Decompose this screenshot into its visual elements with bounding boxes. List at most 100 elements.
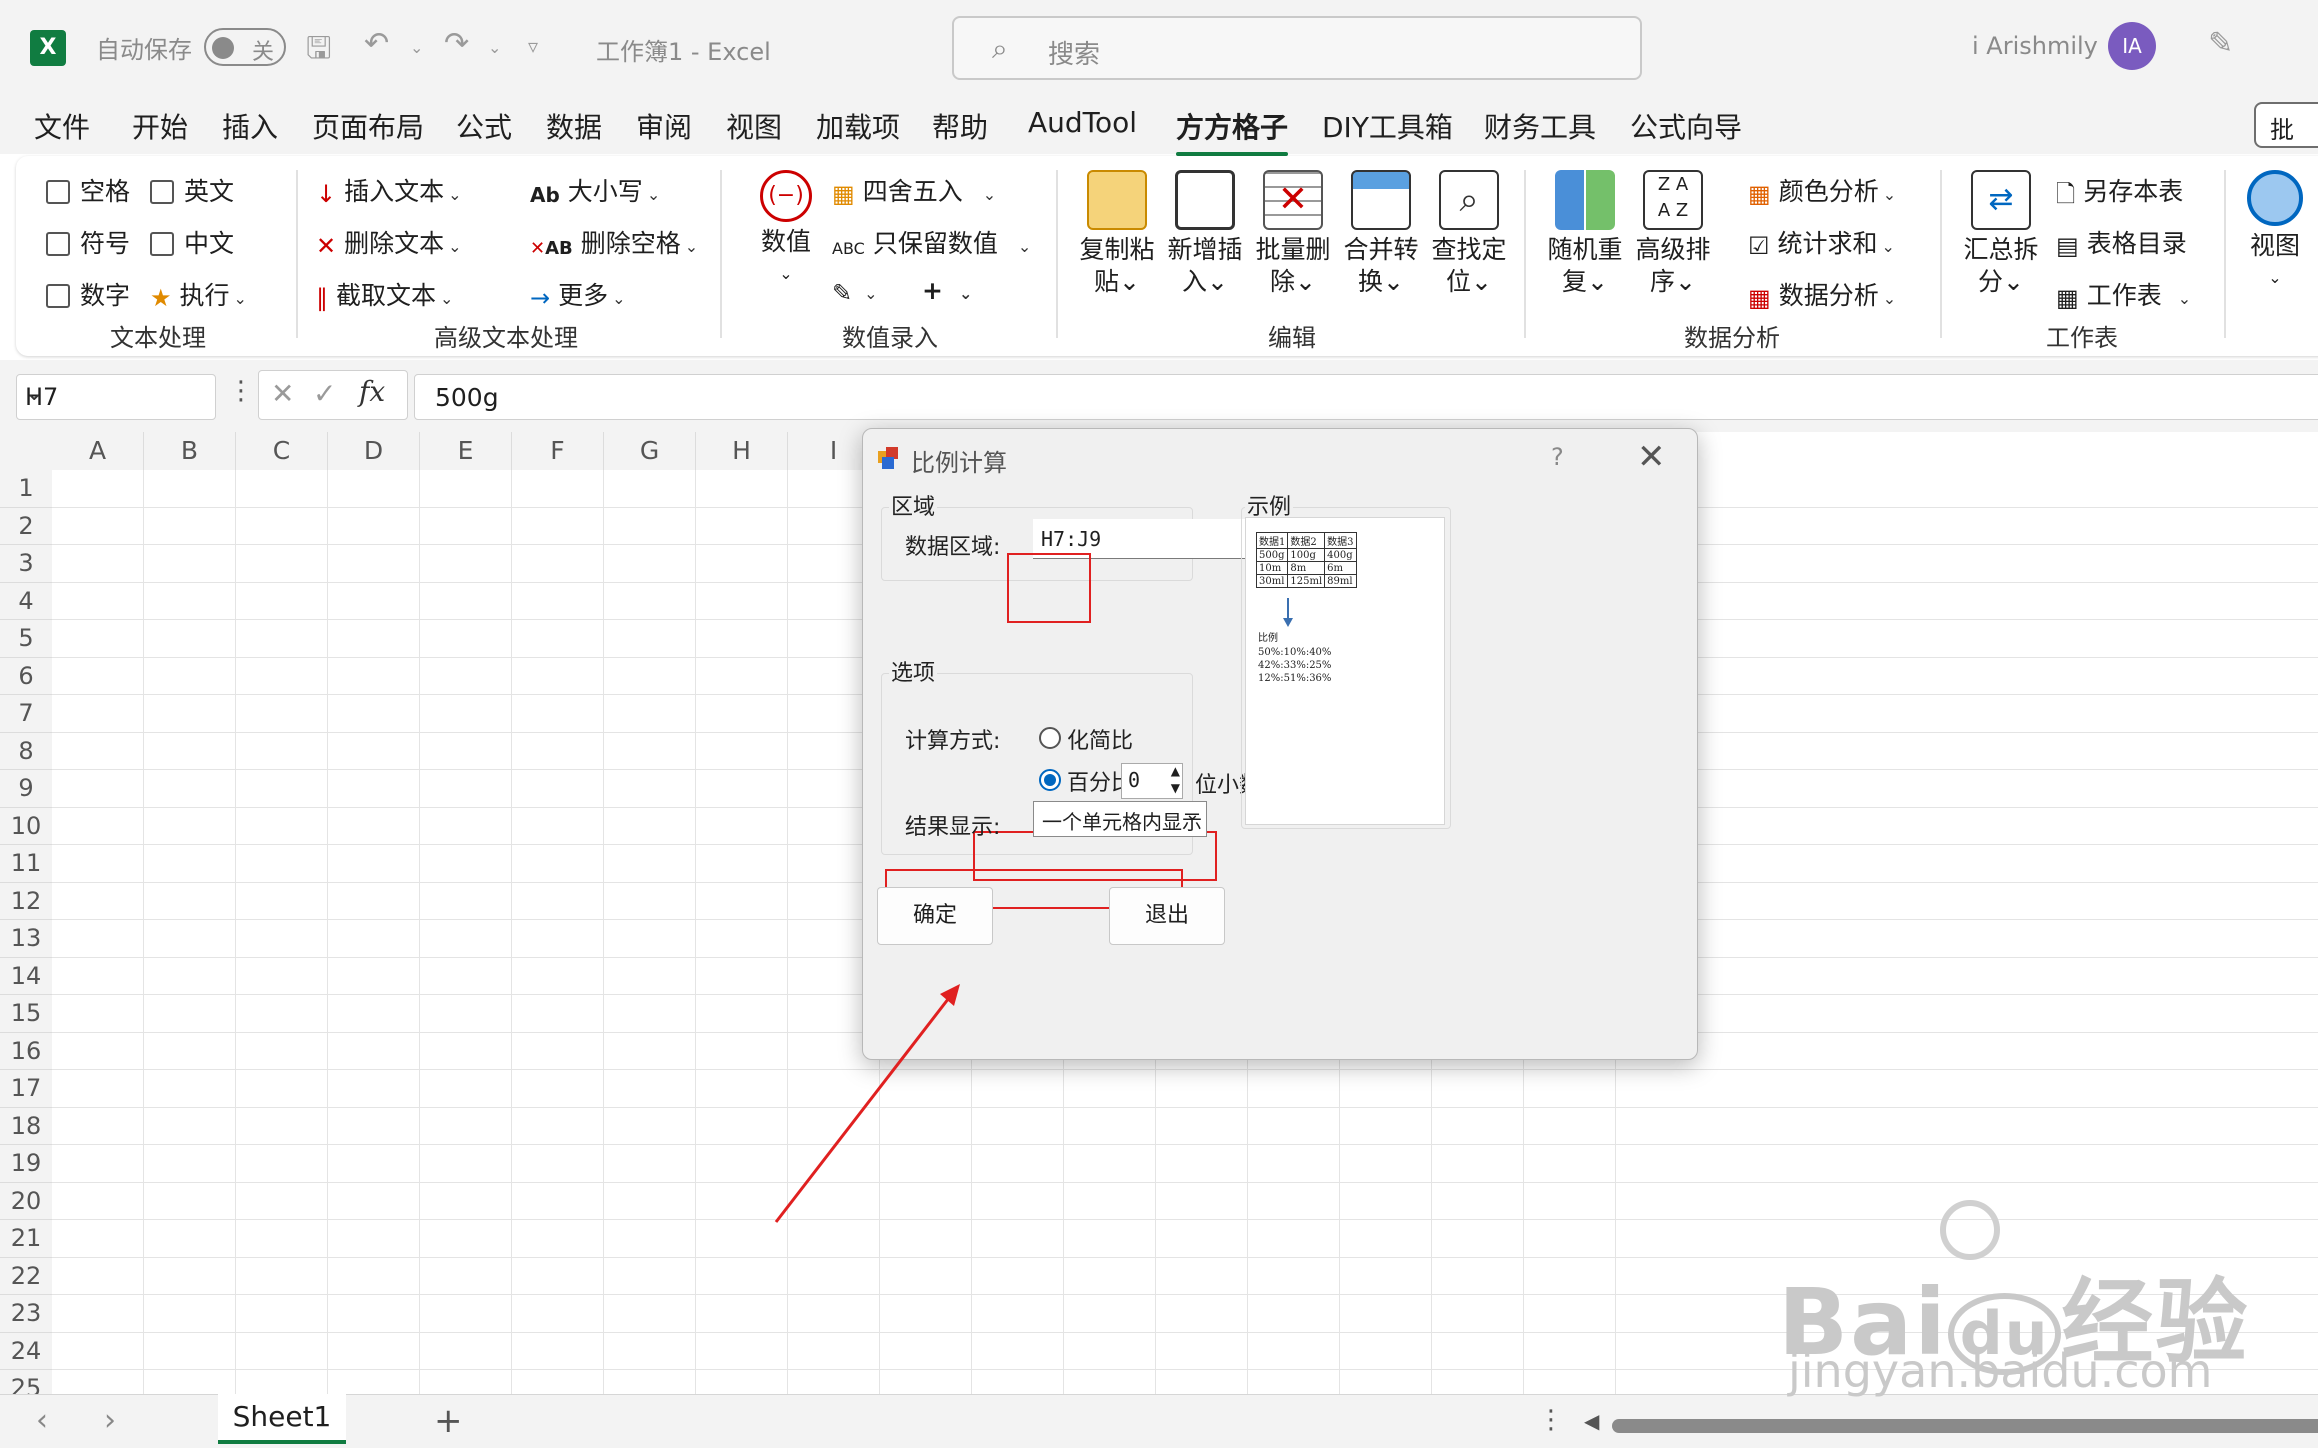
designer-pen-icon[interactable]: ✎	[2208, 26, 2233, 61]
tab-finance-tools[interactable]: 财务工具	[1484, 106, 1596, 146]
chevron-down-icon[interactable]: ⌄	[25, 381, 205, 406]
ok-button[interactable]: 确定	[877, 887, 993, 945]
case-button[interactable]: Ab 大小写 ⌄	[530, 172, 660, 208]
radio-percent[interactable]	[1039, 769, 1061, 791]
tab-review[interactable]: 审阅	[636, 106, 692, 146]
column-header[interactable]: F	[512, 432, 604, 470]
color-analysis-button[interactable]: ▦ 颜色分析 ⌄	[1748, 172, 1896, 208]
checkbox-space[interactable]: 空格	[46, 172, 130, 208]
decimal-stepper[interactable]: 0 ▲ ▼	[1121, 763, 1183, 799]
more-button[interactable]: → 更多 ⌄	[530, 276, 626, 312]
batch-delete-button[interactable]: ✕ 批量删 除⌄	[1250, 170, 1336, 298]
undo-icon[interactable]: ↶	[364, 26, 389, 61]
tab-insert[interactable]: 插入	[222, 106, 278, 146]
row-header[interactable]: 10	[0, 807, 52, 845]
name-box[interactable]: H7 ⌄	[16, 374, 216, 420]
prev-sheet-icon[interactable]: ‹	[36, 1403, 48, 1438]
tab-page-layout[interactable]: 页面布局	[312, 106, 424, 146]
row-header[interactable]: 16	[0, 1032, 52, 1070]
random-repeat-button[interactable]: 随机重 复⌄	[1542, 170, 1628, 298]
row-header[interactable]: 7	[0, 695, 52, 733]
tab-formula-wizard[interactable]: 公式向导	[1630, 106, 1742, 146]
row-header[interactable]: 3	[0, 545, 52, 583]
avatar[interactable]: IA	[2108, 22, 2156, 70]
more-options-icon[interactable]: ⋮	[228, 376, 254, 406]
insert-new-button[interactable]: 新增插 入⌄	[1162, 170, 1248, 298]
select-all-corner[interactable]	[0, 432, 52, 470]
checkbox-symbol[interactable]: 符号	[46, 224, 130, 260]
help-button[interactable]: ?	[1551, 443, 1564, 471]
column-header[interactable]: E	[420, 432, 512, 470]
scroll-left-icon[interactable]: ◀	[1584, 1409, 1599, 1433]
data-analysis-button[interactable]: ▦ 数据分析 ⌄	[1748, 276, 1896, 312]
row-header[interactable]: 11	[0, 845, 52, 883]
row-header[interactable]: 5	[0, 620, 52, 658]
row-header[interactable]: 6	[0, 657, 52, 695]
advanced-sort-button[interactable]: Z AA Z 高级排 序⌄	[1630, 170, 1716, 298]
edit-table-button[interactable]: ✎ ⌄	[832, 276, 878, 307]
tab-data[interactable]: 数据	[546, 106, 602, 146]
row-header[interactable]: 24	[0, 1332, 52, 1370]
sum-stats-button[interactable]: ☑ 统计求和 ⌄	[1748, 224, 1895, 260]
checkbox-number[interactable]: 数字	[46, 276, 130, 312]
view-button[interactable]: 视图 ⌄	[2240, 170, 2310, 294]
column-header[interactable]: H	[696, 432, 788, 470]
row-header[interactable]: 19	[0, 1145, 52, 1183]
chevron-down-icon[interactable]: ⌄	[1185, 804, 1200, 825]
cancel-icon[interactable]: ✕	[271, 377, 294, 410]
summary-split-button[interactable]: ⇄ 汇总拆 分⌄	[1958, 170, 2044, 298]
autosave-toggle[interactable]: 关	[204, 28, 286, 66]
customize-toolbar-icon[interactable]: ▿	[528, 34, 538, 58]
find-locate-button[interactable]: ⌕ 查找定 位⌄	[1426, 170, 1512, 298]
checkbox-english[interactable]: 英文	[150, 172, 234, 208]
tab-formulas[interactable]: 公式	[456, 106, 512, 146]
search-box[interactable]: ⌕ 搜索	[952, 16, 1642, 80]
checkbox-chinese[interactable]: 中文	[150, 224, 234, 260]
remove-spaces-button[interactable]: ✕AB 删除空格 ⌄	[530, 224, 698, 260]
exit-button[interactable]: 退出	[1109, 887, 1225, 945]
row-header[interactable]: 2	[0, 507, 52, 545]
row-header[interactable]: 23	[0, 1295, 52, 1333]
tab-file[interactable]: 文件	[34, 106, 90, 146]
comments-button[interactable]: 批	[2254, 102, 2318, 148]
save-sheet-button[interactable]: 🗋 另存本表	[2056, 172, 2183, 218]
redo-icon[interactable]: ↷	[444, 26, 469, 61]
row-header[interactable]: 4	[0, 582, 52, 620]
value-button[interactable]: (−) 数值 ⌄	[746, 170, 826, 290]
radio-simplify[interactable]	[1039, 727, 1061, 749]
row-header[interactable]: 13	[0, 920, 52, 958]
merge-convert-button[interactable]: 合并转 换⌄	[1338, 170, 1424, 298]
row-header[interactable]: 25	[0, 1370, 52, 1394]
worksheet-button[interactable]: ▦ 工作表 ⌄	[2056, 276, 2191, 312]
row-header[interactable]: 21	[0, 1220, 52, 1258]
execute-button[interactable]: ★ 执行 ⌄	[150, 276, 247, 312]
tab-home[interactable]: 开始	[132, 106, 188, 146]
keep-values-button[interactable]: ABC 只保留数值 ⌄	[832, 224, 1031, 260]
row-header[interactable]: 8	[0, 732, 52, 770]
next-sheet-icon[interactable]: ›	[104, 1403, 116, 1438]
row-header[interactable]: 15	[0, 995, 52, 1033]
fx-icon[interactable]: fx	[359, 375, 385, 408]
confirm-icon[interactable]: ✓	[313, 377, 336, 410]
sheet-tab-sheet1[interactable]: Sheet1	[218, 1394, 346, 1444]
formula-input[interactable]: 500g	[414, 374, 2318, 420]
stepper-down-icon[interactable]: ▼	[1171, 781, 1180, 795]
row-header[interactable]: 12	[0, 882, 52, 920]
add-sheet-button[interactable]: +	[434, 1401, 463, 1441]
tab-addins[interactable]: 加载项	[816, 106, 900, 146]
tab-view[interactable]: 视图	[726, 106, 782, 146]
row-header[interactable]: 1	[0, 470, 52, 508]
row-header[interactable]: 14	[0, 957, 52, 995]
copy-paste-button[interactable]: 复制粘 贴⌄	[1074, 170, 1160, 298]
tab-audtool[interactable]: AudTool	[1028, 106, 1137, 139]
row-header[interactable]: 17	[0, 1070, 52, 1108]
column-header[interactable]: D	[328, 432, 420, 470]
insert-text-button[interactable]: ↓ 插入文本 ⌄	[316, 172, 462, 208]
close-icon[interactable]: ✕	[1637, 437, 1666, 477]
delete-text-button[interactable]: ✕ 删除文本 ⌄	[316, 224, 462, 260]
redo-dropdown-icon[interactable]: ⌄	[488, 38, 501, 57]
plus-button[interactable]: + ⌄	[922, 276, 972, 305]
tab-diy-toolbox[interactable]: DIY工具箱	[1322, 106, 1453, 146]
save-icon[interactable]: 🖫	[306, 26, 332, 77]
tab-help[interactable]: 帮助	[932, 106, 988, 146]
